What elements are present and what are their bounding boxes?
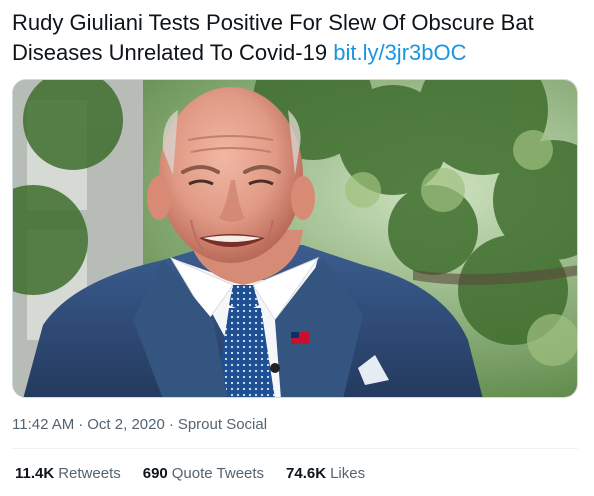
tweet-headline-line1: Rudy Giuliani Tests Positive For Slew Of… — [12, 10, 534, 35]
photo-illustration — [13, 80, 577, 397]
tweet-text: Rudy Giuliani Tests Positive For Slew Of… — [12, 8, 584, 68]
quote-tweets-stat[interactable]: 690 Quote Tweets — [143, 464, 264, 484]
tweet-source[interactable]: Sprout Social — [178, 416, 267, 433]
likes-label: Likes — [330, 465, 366, 482]
likes-stat[interactable]: 74.6K Likes — [286, 464, 365, 484]
retweets-count: 11.4K — [15, 465, 55, 482]
tweet-link[interactable]: bit.ly/3jr3bOC — [333, 40, 466, 65]
tweet-photo[interactable] — [12, 79, 578, 398]
tweet-headline-line2: Diseases Unrelated To Covid-19 — [12, 40, 328, 65]
retweets-label: Retweets — [58, 465, 121, 482]
tweet-date[interactable]: Oct 2, 2020 — [87, 416, 165, 433]
meta-separator-2: · — [168, 416, 174, 433]
tweet-time[interactable]: 11:42 AM — [12, 416, 74, 433]
tweet-stats: 11.4K Retweets 690 Quote Tweets 74.6K Likes — [15, 464, 365, 484]
quote-tweets-count: 690 — [142, 465, 168, 482]
divider — [12, 448, 578, 449]
likes-count: 74.6K — [286, 465, 327, 482]
meta-separator: · — [78, 416, 84, 433]
quote-tweets-label: Quote Tweets — [171, 465, 265, 482]
retweets-stat[interactable]: 11.4K Retweets — [15, 464, 121, 484]
tweet-timestamp: 11:42 AM · Oct 2, 2020 · Sprout Social — [12, 415, 267, 435]
